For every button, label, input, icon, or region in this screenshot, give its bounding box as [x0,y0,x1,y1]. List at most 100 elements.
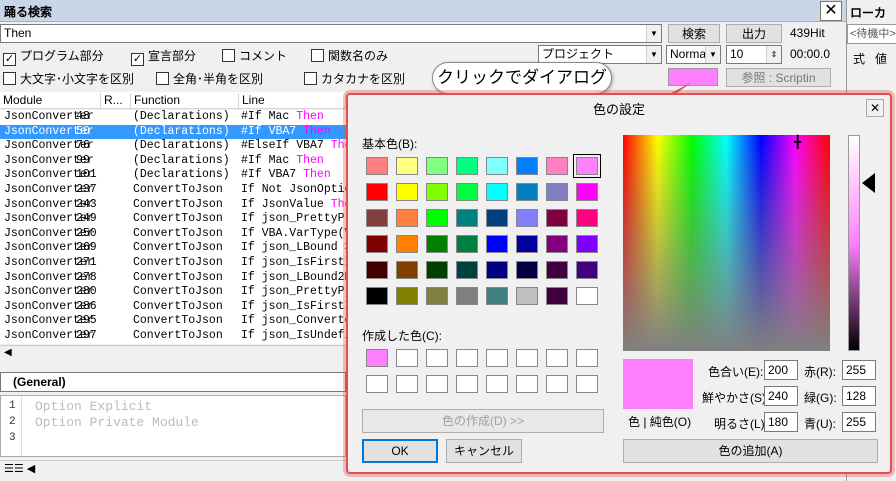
color-swatch[interactable] [486,287,508,305]
color-swatch[interactable] [456,235,478,253]
table-row[interactable]: JsonConverter 101 (Declarations) #If VBA7 T… [0,168,346,183]
color-swatch[interactable] [516,375,538,393]
color-swatch[interactable] [366,261,388,279]
table-row[interactable]: JsonConverter 250 ConvertToJson If VBA.VarT… [0,227,346,242]
hue-field[interactable]: 200 [764,360,798,380]
width-checkbox[interactable]: 全角･半角を区別 [156,70,263,87]
color-swatch[interactable] [396,157,418,175]
search-button[interactable]: 検索 [668,24,720,43]
table-row[interactable]: JsonConverter 278 ConvertToJson If json_LBo… [0,271,346,286]
color-swatch[interactable] [576,287,598,305]
procedure-combo[interactable]: (General) [0,372,346,392]
color-swatch[interactable] [546,287,568,305]
color-swatch[interactable] [546,209,568,227]
sat-field[interactable]: 240 [764,386,798,406]
color-swatch[interactable] [426,235,448,253]
col-row[interactable]: R... [101,93,131,108]
color-swatch[interactable] [426,183,448,201]
col-module[interactable]: Module [0,93,101,108]
color-swatch[interactable] [396,235,418,253]
table-row[interactable]: JsonConverter 271 ConvertToJson If json_IsF… [0,256,346,271]
comment-checkbox[interactable]: コメント [222,47,287,64]
color-swatch[interactable] [426,209,448,227]
color-swatch[interactable] [486,235,508,253]
color-swatch[interactable] [576,375,598,393]
funcname-checkbox[interactable]: 関数名のみ [311,47,388,64]
color-swatch[interactable] [516,287,538,305]
color-swatch[interactable] [396,209,418,227]
color-swatch[interactable] [546,183,568,201]
color-swatch[interactable] [486,183,508,201]
luminance-slider[interactable] [848,135,860,351]
program-checkbox[interactable]: ✓ プログラム部分 [3,47,104,66]
color-swatch[interactable] [546,157,568,175]
dialog-close-button[interactable]: ✕ [866,99,884,117]
browse-button[interactable]: 参照 : Scriptin [726,68,831,87]
color-swatch[interactable] [366,235,388,253]
color-swatch[interactable] [426,349,448,367]
color-swatch[interactable] [396,287,418,305]
color-swatch[interactable] [546,349,568,367]
green-field[interactable]: 128 [842,386,876,406]
horizontal-scrollbar[interactable]: ◀ [0,345,346,361]
color-swatch[interactable] [456,375,478,393]
result-list[interactable]: JsonConverter 48 (Declarations) #If Mac The… [0,110,346,344]
color-swatch[interactable] [396,349,418,367]
color-swatch[interactable] [546,261,568,279]
color-swatch[interactable] [486,157,508,175]
table-row[interactable]: JsonConverter 286 ConvertToJson If json_IsF… [0,300,346,315]
declaration-checkbox[interactable]: ✓ 宣言部分 [131,47,196,66]
color-swatch[interactable] [366,209,388,227]
table-row[interactable]: JsonConverter 280 ConvertToJson If json_Pre… [0,285,346,300]
luminance-arrow-icon[interactable] [862,173,875,193]
code-scrollbar[interactable]: ☰☰ ◀ [0,460,346,478]
col-line[interactable]: Line [239,93,346,108]
color-swatch[interactable] [366,183,388,201]
col-function[interactable]: Function [131,93,239,108]
table-row[interactable]: JsonConverter 76 (Declarations) #ElseIf VBA… [0,139,346,154]
color-swatch[interactable] [456,209,478,227]
color-swatch[interactable] [486,375,508,393]
color-swatch[interactable] [366,349,388,367]
case-checkbox[interactable]: 大文字･小文字を区別 [3,70,134,87]
blue-field[interactable]: 255 [842,412,876,432]
table-row[interactable]: JsonConverter 243 ConvertToJson If JsonValu… [0,198,346,213]
color-swatch[interactable] [396,261,418,279]
code-editor[interactable]: 1 Option Explicit 2 Option Private Module … [0,395,346,457]
color-swatch[interactable] [456,287,478,305]
color-swatch[interactable] [456,157,478,175]
color-swatch[interactable] [576,349,598,367]
depth-stepper[interactable]: 10 ⇕ [726,45,782,64]
color-swatch[interactable] [426,261,448,279]
color-swatch[interactable] [426,287,448,305]
table-row[interactable]: JsonConverter 99 (Declarations) #If Mac The… [0,154,346,169]
color-swatch[interactable] [456,261,478,279]
color-swatch[interactable] [573,154,601,178]
color-swatch[interactable] [576,235,598,253]
table-row[interactable]: JsonConverter 297 ConvertToJson If json_IsU… [0,329,346,344]
table-row[interactable]: JsonConverter 295 ConvertToJson If json_Con… [0,314,346,329]
color-swatch[interactable] [426,375,448,393]
color-swatch[interactable] [486,209,508,227]
color-swatch[interactable] [516,183,538,201]
color-swatch[interactable] [456,349,478,367]
add-color-button[interactable]: 色の追加(A) [623,439,878,463]
ok-button[interactable]: OK [362,439,438,463]
color-swatch[interactable] [396,375,418,393]
lum-field[interactable]: 180 [764,412,798,432]
close-button[interactable]: ✕ [820,1,842,21]
color-swatch[interactable] [516,209,538,227]
search-input[interactable]: Then ▼ [0,24,662,43]
color-swatch[interactable] [396,183,418,201]
color-swatch[interactable] [366,287,388,305]
table-row[interactable]: JsonConverter 48 (Declarations) #If Mac The… [0,110,346,125]
color-swatch[interactable] [546,375,568,393]
kana-checkbox[interactable]: カタカナを区別 [304,70,405,87]
color-swatch[interactable] [516,235,538,253]
cancel-button[interactable]: キャンセル [446,439,522,463]
chevron-down-icon[interactable]: ▼ [646,25,661,42]
color-spectrum[interactable] [623,135,830,351]
color-swatch[interactable] [366,157,388,175]
color-swatch[interactable] [366,375,388,393]
color-swatch[interactable] [516,157,538,175]
